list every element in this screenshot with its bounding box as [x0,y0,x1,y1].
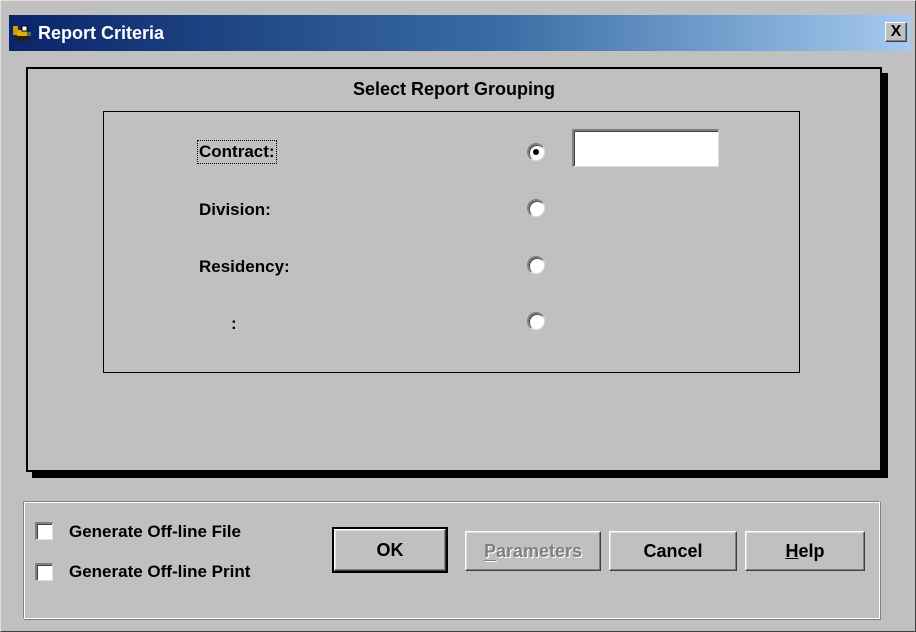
offline-print-label[interactable]: Generate Off-line Print [69,562,250,582]
close-button[interactable]: X [885,22,907,42]
contract-radio[interactable] [527,143,545,161]
grouping-title: Select Report Grouping [352,79,556,99]
report-criteria-dialog: Report Criteria X Select Report Grouping… [0,0,916,632]
contract-input[interactable] [572,129,719,167]
parameters-label: Parameters [483,540,583,561]
residency-radio[interactable] [527,256,545,274]
grouping-panel: Select Report Grouping Contract: Divisio… [26,67,882,472]
division-radio[interactable] [527,199,545,217]
cancel-button[interactable]: Cancel [609,531,737,571]
residency-label[interactable]: Residency: [199,257,290,277]
bulldozer-icon [13,24,32,42]
help-label: Help [785,540,825,561]
unnamed-option-label[interactable]: : [231,314,237,334]
title-bar[interactable]: Report Criteria X [9,15,911,51]
close-icon: X [890,23,902,40]
unnamed-option-radio[interactable] [527,312,545,330]
contract-label[interactable]: Contract: [197,140,277,164]
offline-file-checkbox[interactable] [35,522,53,540]
division-label[interactable]: Division: [199,200,271,220]
parameters-button[interactable]: Parameters [465,531,601,571]
action-panel: Generate Off-line File Generate Off-line… [23,501,880,619]
offline-file-label[interactable]: Generate Off-line File [69,522,241,542]
grouping-options-box: Contract: Division: Residency: : [103,111,800,373]
help-button[interactable]: Help [745,531,865,571]
window-title: Report Criteria [38,23,165,43]
ok-button[interactable]: OK [332,527,448,573]
offline-print-checkbox[interactable] [35,563,53,581]
